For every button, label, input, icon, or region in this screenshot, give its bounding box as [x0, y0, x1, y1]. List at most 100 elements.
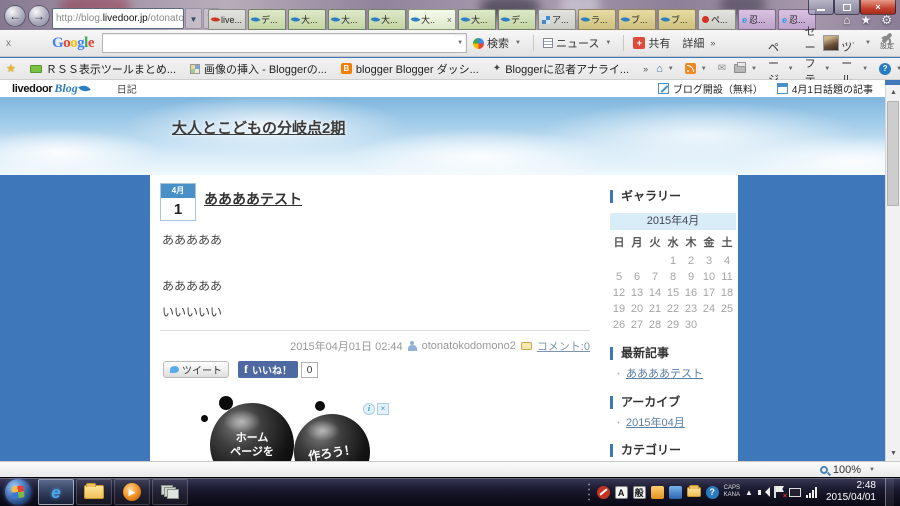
taskbar-clock[interactable]: 2:48 2015/04/01	[822, 480, 880, 504]
comments-link[interactable]: コメント:0	[537, 338, 590, 354]
tweet-button[interactable]: ツイート	[163, 361, 229, 378]
chevron-down-icon[interactable]: ▼	[454, 40, 466, 46]
scroll-up-button[interactable]: ▲	[886, 85, 900, 100]
address-bar[interactable]: http://blog. livedoor.jp/otonatol	[52, 8, 184, 29]
article-title-link[interactable]: ああああテスト	[204, 189, 302, 209]
address-dropdown-button[interactable]: ▼	[185, 8, 202, 29]
tab-close-icon[interactable]: ×	[447, 15, 452, 25]
calendar-date: 9	[687, 271, 695, 283]
browser-tab[interactable]: 大...	[458, 9, 496, 30]
tray-app-icon[interactable]	[650, 485, 664, 499]
calendar-date: 5	[615, 271, 623, 283]
calendar-date	[628, 253, 646, 269]
browser-tab[interactable]: デ...	[498, 9, 536, 30]
article-paragraph: あああああ	[162, 233, 223, 247]
show-desktop-button[interactable]	[885, 477, 894, 506]
article-paragraph: いいいいい	[162, 305, 223, 319]
browser-tab-active[interactable]: 大.. ×	[408, 9, 456, 30]
browser-tab[interactable]: 大...	[328, 9, 366, 30]
sidebar-heading-category: カテゴリー	[610, 444, 681, 457]
show-hidden-icons-button[interactable]: ▲	[745, 488, 753, 497]
scroll-down-button[interactable]: ▼	[886, 446, 900, 461]
taskbar-ie-button[interactable]: e	[38, 479, 74, 505]
google-search-input[interactable]	[103, 35, 455, 51]
network-icon[interactable]	[788, 487, 801, 497]
ninja-icon: ✦	[492, 63, 502, 74]
toolbar-close-button[interactable]: x	[6, 38, 22, 49]
windows-logo-icon	[11, 485, 25, 499]
home-menu-button[interactable]: ⌂ ▼	[656, 63, 677, 75]
add-favorite-button[interactable]: ★	[6, 62, 16, 75]
close-button[interactable]: ×	[860, 0, 896, 15]
favorite-item[interactable]: 画像の挿入 - Bloggerの...	[190, 61, 327, 77]
read-mail-icon[interactable]: ✉	[718, 63, 726, 74]
signal-bars-icon[interactable]	[805, 486, 817, 498]
bullet-icon: ・	[614, 418, 624, 428]
forward-button[interactable]: →	[28, 5, 50, 27]
ad-close-icon[interactable]: ×	[377, 403, 389, 415]
ime-input-mode-icon[interactable]: A	[614, 485, 628, 499]
favorite-item[interactable]: ＲＳＳ表示ツールまとめ...	[29, 61, 176, 77]
tray-messenger-icon[interactable]	[668, 485, 682, 499]
livedoor-blog-favicon	[580, 14, 591, 25]
volume-icon[interactable]	[757, 487, 769, 498]
add-star-icon: ★	[6, 63, 16, 75]
ime-conversion-mode-icon[interactable]: 般	[632, 485, 646, 499]
zoom-magnifier-icon	[819, 465, 828, 474]
livedoor-blog-favicon	[500, 14, 511, 25]
printer-icon	[734, 62, 747, 73]
maximize-button[interactable]	[834, 0, 860, 15]
ad-info-icon[interactable]: i	[363, 403, 375, 415]
browser-tab[interactable]: live...	[208, 9, 246, 30]
action-center-flag-icon[interactable]: ×	[773, 486, 787, 500]
browser-tab[interactable]: デ...	[248, 9, 286, 30]
favorite-item[interactable]: ✦ Bloggerに忍者アナライ...	[493, 61, 629, 77]
scrollbar-thumb[interactable]	[887, 101, 899, 206]
taskbar-explorer-button[interactable]	[76, 479, 112, 505]
calendar-date: 14	[648, 287, 662, 299]
taskbar-window-stack-button[interactable]	[152, 479, 188, 505]
blog-title-link[interactable]: 大人とこどもの分岐点2期	[172, 117, 345, 138]
google-search-button[interactable]: 検索 ▼	[467, 32, 530, 54]
create-blog-link[interactable]: ブログ開設（無料）	[657, 81, 763, 96]
browser-tab[interactable]: ラ...	[578, 9, 616, 30]
folder-icon	[84, 483, 104, 499]
zoom-level[interactable]: 100%	[833, 464, 861, 476]
bullet-icon: ・	[614, 369, 624, 379]
browser-tab[interactable]: 大...	[368, 9, 406, 30]
windows-taskbar: e ▶ A 般 ? CAPS KANA ▲ × 2:48 2015/04/01	[0, 477, 900, 506]
archive-link[interactable]: ・ 2015年04月	[614, 414, 685, 430]
article-author: otonatokodomono2	[421, 340, 516, 352]
page-scrollbar[interactable]: ▲ ▼	[885, 85, 900, 461]
news-button[interactable]: ニュース ▼	[537, 32, 620, 54]
blog-category-link[interactable]: 日記	[117, 81, 137, 96]
facebook-like-button[interactable]: f いいね！	[238, 361, 298, 378]
browser-tab[interactable]: 大...	[288, 9, 326, 30]
start-button[interactable]	[5, 479, 31, 505]
tray-help-icon[interactable]: ?	[705, 485, 719, 499]
help-menu[interactable]: ? ▼	[879, 62, 900, 75]
print-button[interactable]: ▼	[734, 62, 760, 73]
chevron-more-icon[interactable]: »	[643, 64, 648, 74]
image-icon	[190, 63, 201, 74]
featured-articles-link[interactable]: 4月1日話題の記事	[776, 81, 873, 96]
chevron-down-icon[interactable]: ▼	[866, 467, 878, 473]
calendar-date: 1	[669, 255, 677, 267]
pencil-icon	[657, 83, 669, 94]
recent-post-link[interactable]: ・ああああテスト	[614, 365, 703, 381]
calendar-date	[646, 253, 664, 269]
divider	[532, 35, 534, 51]
twitter-bird-icon	[170, 366, 179, 373]
feeds-button[interactable]: ▼	[684, 63, 710, 74]
ime-caps-kana-indicator[interactable]: CAPS KANA	[724, 485, 740, 499]
livedoor-blog-logo[interactable]: livedoor Blog	[12, 81, 91, 96]
calendar-date: 2	[687, 255, 695, 267]
tray-folder-icon[interactable]	[686, 485, 701, 497]
antivirus-tray-icon[interactable]	[596, 485, 610, 499]
browser-tab[interactable]: ア...	[538, 9, 576, 30]
system-tray: A 般 ? CAPS KANA ▲ × 2:48 2015/04/01	[586, 477, 900, 506]
taskbar-media-player-button[interactable]: ▶	[114, 479, 150, 505]
minimize-button[interactable]	[808, 0, 834, 15]
back-button[interactable]: ←	[4, 5, 26, 27]
favorite-item[interactable]: Bblogger Blogger ダッシ...	[340, 61, 479, 77]
